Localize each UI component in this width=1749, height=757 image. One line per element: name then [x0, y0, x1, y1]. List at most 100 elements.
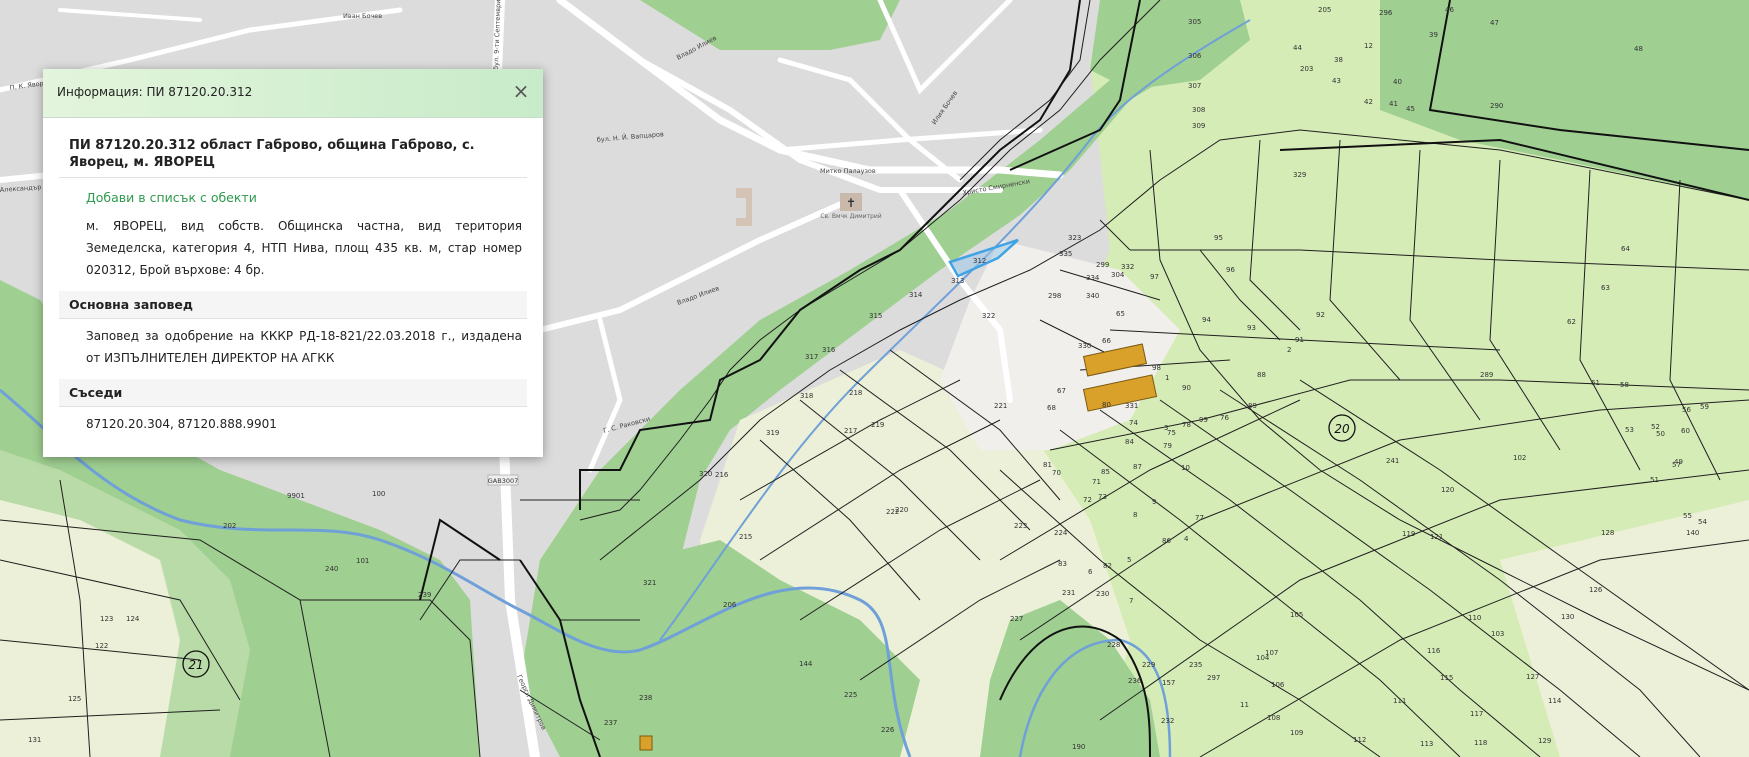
parcel-number: 226: [881, 726, 895, 734]
parcel-number: 102: [1513, 454, 1526, 462]
parcel-number: 318: [800, 392, 813, 400]
parcel-number: 125: [68, 695, 81, 703]
parcel-number: 77: [1195, 514, 1204, 522]
parcel-number: 308: [1192, 106, 1205, 114]
parcel-number: 95: [1214, 234, 1223, 242]
parcel-number: 227: [1010, 615, 1023, 623]
parcel-number: 90: [1182, 384, 1191, 392]
parcel-number: 118: [1474, 739, 1487, 747]
close-icon[interactable]: ×: [509, 79, 533, 103]
parcel-number: 62: [1567, 318, 1576, 326]
parcel-number: 112: [1353, 736, 1366, 744]
parcel-number: 84: [1125, 438, 1134, 446]
parcel-number: 97: [1150, 273, 1159, 281]
parcel-number: 232: [1161, 717, 1174, 725]
parcel-number: 57: [1672, 461, 1681, 469]
section-label-20: 20: [1334, 422, 1350, 436]
parcel-number: 56: [1682, 406, 1691, 414]
parcel-number: 45: [1406, 105, 1415, 113]
parcel-number: 93: [1247, 324, 1256, 332]
parcel-number: 289: [1480, 371, 1493, 379]
parcel-number: 7: [1129, 597, 1133, 605]
parcel-number: 111: [1393, 697, 1406, 705]
street-label: Митко Палаузов: [820, 167, 876, 175]
parcel-number: 228: [1107, 641, 1120, 649]
parcel-number: 63: [1601, 284, 1610, 292]
parcel-number: 71: [1092, 478, 1101, 486]
parcel-number: 80: [1102, 401, 1111, 409]
parcel-number: 140: [1686, 529, 1699, 537]
parcel-number: 203: [1300, 65, 1313, 73]
neighbors-section-title: Съседи: [59, 379, 527, 407]
parcel-number: 53: [1625, 426, 1634, 434]
parcel-number: 290: [1490, 102, 1503, 110]
parcel-number: 299: [1096, 261, 1109, 269]
parcel-number: 39: [1429, 31, 1438, 39]
parcel-number: 321: [643, 579, 656, 587]
parcel-number: 235: [1189, 661, 1202, 669]
parcel-number: 240: [325, 565, 338, 573]
parcel-number: 72: [1083, 496, 1092, 504]
parcel-number: 124: [126, 615, 140, 623]
parcel-number: 123: [100, 615, 113, 623]
parcel-number: 11: [1240, 701, 1249, 709]
parcel-number: 70: [1052, 469, 1061, 477]
parcel-number: 221: [994, 402, 1007, 410]
parcel-number: 298: [1048, 292, 1061, 300]
info-popup: Информация: ПИ 87120.20.312 × ПИ 87120.2…: [43, 69, 543, 457]
parcel-number: 73: [1098, 493, 1107, 501]
parcel-number: 223: [1014, 522, 1027, 530]
parcel-number: 52: [1651, 423, 1660, 431]
parcel-number: 65: [1116, 310, 1125, 318]
parcel-number: 12: [1364, 42, 1373, 50]
parcel-number: 230: [1096, 590, 1109, 598]
parcel-number: 105: [1290, 611, 1303, 619]
parcel-number: 332: [1121, 263, 1134, 271]
parcel-number: 296: [1379, 9, 1393, 17]
street-label: Иван Бочев: [343, 12, 382, 20]
parcel-number: 103: [1491, 630, 1504, 638]
parcel-number: 128: [1601, 529, 1614, 537]
building-small: [639, 735, 653, 751]
parcel-number: 55: [1683, 512, 1692, 520]
parcel-number: 229: [1142, 661, 1155, 669]
parcel-number: 81: [1043, 461, 1052, 469]
popup-body: ПИ 87120.20.312 област Габрово, община Г…: [43, 118, 543, 435]
parcel-number: 219: [871, 421, 884, 429]
parcel-number: 87: [1133, 463, 1142, 471]
parcel-number: 237: [604, 719, 617, 727]
parcel-number: 241: [1386, 457, 1399, 465]
parcel-number: 236: [1128, 677, 1142, 685]
parcel-number: 61: [1591, 379, 1600, 387]
section-label-21: 21: [188, 658, 203, 672]
parcel-number: 109: [1290, 729, 1303, 737]
parcel-number: 100: [372, 490, 385, 498]
parcel-number: 78: [1182, 421, 1191, 429]
parcel-number: 239: [418, 591, 431, 599]
parcel-number: 144: [799, 660, 813, 668]
parcel-number: 8: [1133, 511, 1137, 519]
parcel-number: 323: [1068, 234, 1081, 242]
order-text: Заповед за одобрение на КККР РД-18-821/2…: [86, 329, 522, 365]
parcel-number: 225: [844, 691, 857, 699]
parcel-number: 216: [715, 471, 729, 479]
parcel-number: 110: [1468, 614, 1481, 622]
parcel-number: 58: [1620, 381, 1629, 389]
parcel-number: 317: [805, 353, 818, 361]
parcel-number: 129: [1538, 737, 1551, 745]
parcel-number: 307: [1188, 82, 1201, 90]
parcel-number: 330: [1078, 342, 1091, 350]
parcel-number: 101: [356, 557, 369, 565]
parcel-number: 40: [1393, 78, 1402, 86]
parcel-number: 96: [1226, 266, 1235, 274]
parcel-number: 331: [1125, 402, 1138, 410]
add-to-list-link[interactable]: Добави в списък с обекти: [86, 190, 527, 205]
parcel-number: 10: [1181, 464, 1190, 472]
parcel-number: 238: [639, 694, 652, 702]
parcel-number: 4: [1184, 535, 1189, 543]
parcel-number: 157: [1162, 679, 1175, 687]
parcel-number: 120: [1441, 486, 1454, 494]
parcel-number: 5: [1127, 556, 1131, 564]
parcel-number: 304: [1111, 271, 1125, 279]
parcel-number: 314: [909, 291, 923, 299]
